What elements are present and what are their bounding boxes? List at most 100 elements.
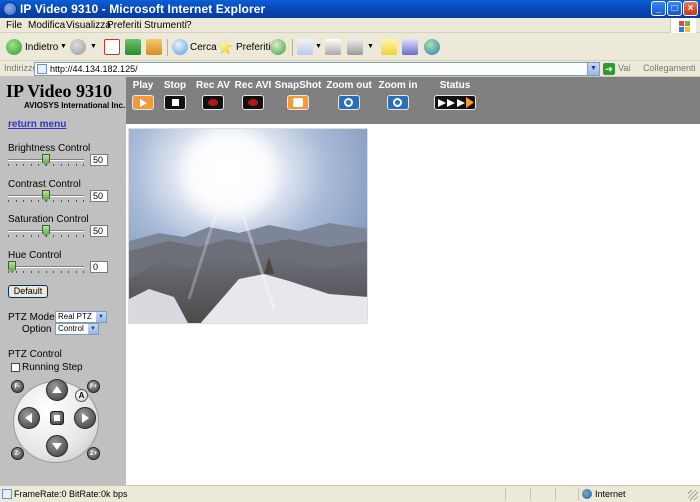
hue-slider[interactable] <box>8 261 84 273</box>
ptz-up-button[interactable] <box>46 379 68 401</box>
slider-tick <box>53 200 54 202</box>
page-icon <box>2 489 12 499</box>
toolbar-divider <box>167 39 168 56</box>
edit-icon <box>347 39 363 55</box>
contrast-value-field[interactable]: 50 <box>90 190 108 202</box>
chevron-down-icon[interactable]: ▼ <box>60 43 67 50</box>
chevron-down-icon[interactable]: ▼ <box>96 312 106 322</box>
refresh-button[interactable] <box>125 37 141 58</box>
menu-file[interactable]: File <box>6 20 22 31</box>
maximize-button[interactable]: □ <box>667 1 682 16</box>
return-menu-link[interactable]: return menu <box>8 119 66 130</box>
zoom-minus-button[interactable]: Z- <box>11 447 24 460</box>
ptz-left-button[interactable] <box>18 407 40 429</box>
ptz-down-button[interactable] <box>46 435 68 457</box>
chevron-down-icon[interactable]: ▼ <box>587 63 599 75</box>
minimize-button[interactable]: _ <box>651 1 666 16</box>
star-icon <box>217 39 233 55</box>
search-button[interactable]: Cerca <box>172 37 217 58</box>
rec-avi-button[interactable]: Rec AVI <box>228 77 278 124</box>
hue-value-field[interactable]: 0 <box>90 261 108 273</box>
menu-edit[interactable]: Modifica <box>28 20 65 31</box>
chevron-down-icon[interactable]: ▼ <box>88 324 98 334</box>
ptz-mode-select[interactable]: Real PTZ ▼ <box>55 311 107 323</box>
address-label: Indirizzo <box>4 63 38 73</box>
running-step-checkbox[interactable] <box>11 363 20 372</box>
status-divider <box>555 488 556 501</box>
slider-tick <box>16 271 17 273</box>
slider-tick <box>8 235 9 237</box>
discuss-button[interactable] <box>381 37 397 58</box>
menu-view[interactable]: Visualizza <box>66 20 111 31</box>
resize-grip[interactable] <box>688 490 698 500</box>
forward-button[interactable]: ▼ <box>70 37 97 58</box>
page-content: Play Stop Rec AV Rec AVI SnapShot Zoom o… <box>0 77 700 485</box>
chevron-down-icon[interactable]: ▼ <box>315 43 322 50</box>
saturation-value-field[interactable]: 50 <box>90 225 108 237</box>
stop-icon <box>164 95 186 110</box>
toolbar-divider <box>292 39 293 56</box>
favorites-button[interactable]: Preferiti <box>217 37 270 58</box>
menu-help[interactable]: ? <box>186 20 192 31</box>
slider-tick <box>31 235 32 237</box>
slider-thumb[interactable] <box>8 261 16 273</box>
window-title: IP Video 9310 - Microsoft Internet Explo… <box>20 2 266 16</box>
slider-tick <box>53 271 54 273</box>
slider-tick <box>23 271 24 273</box>
address-input[interactable]: http://44.134.182.125/ ▼ <box>34 62 600 76</box>
ptz-right-button[interactable] <box>74 407 96 429</box>
menu-bar: File Modifica Visualizza Preferiti Strum… <box>0 18 700 33</box>
contrast-slider[interactable] <box>8 190 84 202</box>
address-bar: Indirizzo http://44.134.182.125/ ▼ ➔ Vai… <box>0 61 700 77</box>
status-divider <box>530 488 531 501</box>
print-button[interactable] <box>325 37 341 58</box>
chevron-down-icon[interactable]: ▼ <box>90 43 97 50</box>
zoom-in-button[interactable]: Zoom in <box>373 77 423 124</box>
links-label[interactable]: Collegamenti <box>643 63 696 73</box>
focus-minus-button[interactable]: F- <box>11 380 24 393</box>
slider-tick <box>76 271 77 273</box>
edit-button[interactable]: ▼ <box>347 37 374 58</box>
go-button[interactable]: ➔ Vai <box>603 62 637 76</box>
ptz-control-label: PTZ Control <box>8 349 62 360</box>
address-url[interactable]: http://44.134.182.125/ <box>50 64 138 74</box>
brightness-value-field[interactable]: 50 <box>90 154 108 166</box>
ptz-mode-label: PTZ Mode <box>8 312 55 323</box>
contrast-label: Contrast Control <box>8 179 81 190</box>
chevron-down-icon[interactable]: ▼ <box>367 43 374 50</box>
mail-icon <box>297 39 313 55</box>
saturation-slider[interactable] <box>8 225 84 237</box>
slider-tick <box>31 200 32 202</box>
focus-plus-button[interactable]: F+ <box>87 380 100 393</box>
status-text: FrameRate:0 BitRate:0k bps <box>14 489 128 499</box>
back-button[interactable]: Indietro ▼ <box>6 37 67 58</box>
menu-tools[interactable]: Strumenti <box>144 20 187 31</box>
status-button[interactable]: Status <box>430 77 480 124</box>
close-button[interactable]: × <box>683 1 698 16</box>
option-select[interactable]: Control ▼ <box>55 323 99 335</box>
slider-tick <box>38 271 39 273</box>
zoom-out-button[interactable]: Zoom out <box>324 77 374 124</box>
messenger-button[interactable] <box>424 37 440 58</box>
auto-pan-button[interactable]: A <box>75 389 88 402</box>
mail-button[interactable]: ▼ <box>297 37 323 58</box>
ptz-home-button[interactable] <box>50 411 64 425</box>
research-button[interactable] <box>402 37 418 58</box>
brightness-slider[interactable] <box>8 154 84 166</box>
menu-favorites[interactable]: Preferiti <box>107 20 141 31</box>
security-zone-label: Internet <box>595 489 626 499</box>
status-icon <box>434 95 476 110</box>
arrow-down-icon <box>52 443 62 450</box>
slider-tick <box>23 235 24 237</box>
snapshot-button[interactable]: SnapShot <box>273 77 323 124</box>
slider-tick <box>38 235 39 237</box>
history-button[interactable] <box>270 37 286 58</box>
internet-zone-icon <box>582 489 592 499</box>
zoom-plus-button[interactable]: Z+ <box>87 447 100 460</box>
default-button[interactable]: Default <box>8 285 48 298</box>
home-button[interactable] <box>146 37 162 58</box>
record-icon <box>202 95 224 110</box>
windows-logo-icon <box>670 18 696 33</box>
slider-tick <box>53 164 54 166</box>
stop-page-button[interactable] <box>104 37 120 58</box>
